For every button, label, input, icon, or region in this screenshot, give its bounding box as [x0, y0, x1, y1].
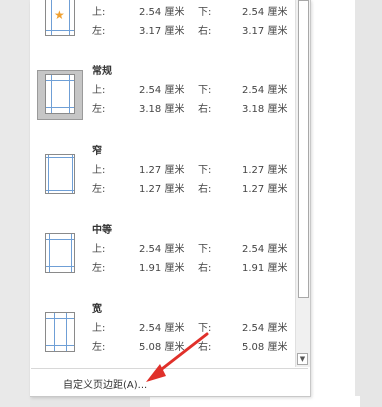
- margin-thumbnail: [37, 150, 83, 200]
- margin-row-left-right: 左: 5.08 厘米 右: 5.08 厘米: [92, 342, 288, 353]
- margin-option-narrow[interactable]: 窄 上: 1.27 厘米 下: 1.27 厘米 左: 1.27 厘米 右: 1.…: [30, 137, 295, 203]
- margin-option-title: 常规: [92, 66, 112, 77]
- margin-thumbnail: [37, 308, 83, 358]
- margin-row-top-bottom: 上: 2.54 厘米 下: 2.54 厘米: [92, 244, 288, 255]
- margin-option-normal[interactable]: 常规 上: 2.54 厘米 下: 2.54 厘米 左: 3.18 厘米 右: 3…: [30, 57, 295, 123]
- margin-row-left-right: 左: 3.18 厘米 右: 3.18 厘米: [92, 104, 288, 115]
- margin-thumbnail: [37, 70, 83, 120]
- margin-row-top-bottom: 上: 2.54 厘米 下: 2.54 厘米: [92, 323, 288, 334]
- margin-option-last-custom[interactable]: ★ 上: 2.54 厘米 下: 2.54 厘米 左: 3.17 厘米 右: 3.…: [30, 0, 295, 48]
- page-preview: [45, 233, 75, 273]
- margin-row-top-bottom: 上: 2.54 厘米 下: 2.54 厘米: [92, 85, 288, 96]
- margin-option-wide[interactable]: 宽 上: 2.54 厘米 下: 2.54 厘米 左: 5.08 厘米 右: 5.…: [30, 295, 295, 365]
- margin-option-title: 中等: [92, 225, 112, 236]
- document-page-edge: [150, 396, 360, 407]
- app-background-right: [355, 0, 382, 407]
- margin-option-title: 窄: [92, 146, 102, 157]
- margin-thumbnail: [37, 229, 83, 279]
- margin-row-left-right: 左: 3.17 厘米 右: 3.17 厘米: [92, 26, 288, 37]
- star-icon: ★: [54, 8, 65, 22]
- margin-row-top-bottom: 上: 2.54 厘米 下: 2.54 厘米: [92, 7, 288, 18]
- margin-option-moderate[interactable]: 中等 上: 2.54 厘米 下: 2.54 厘米 左: 1.91 厘米 右: 1…: [30, 216, 295, 282]
- app-background-left: [0, 0, 30, 407]
- margins-list: ★ 上: 2.54 厘米 下: 2.54 厘米 左: 3.17 厘米 右: 3.…: [30, 0, 295, 367]
- page-preview: ★: [45, 0, 75, 36]
- margin-thumbnail: ★: [37, 0, 83, 42]
- page-preview: [45, 74, 75, 114]
- margins-dropdown: ★ 上: 2.54 厘米 下: 2.54 厘米 左: 3.17 厘米 右: 3.…: [30, 0, 311, 397]
- custom-margins-button[interactable]: 自定义页边距(A)...: [31, 368, 308, 393]
- margin-row-left-right: 左: 1.27 厘米 右: 1.27 厘米: [92, 184, 288, 195]
- margin-row-left-right: 左: 1.91 厘米 右: 1.91 厘米: [92, 263, 288, 274]
- margin-row-top-bottom: 上: 1.27 厘米 下: 1.27 厘米: [92, 165, 288, 176]
- margin-option-title: 宽: [92, 304, 102, 315]
- page-preview: [45, 154, 75, 194]
- custom-margins-label: 自定义页边距(A)...: [63, 380, 148, 391]
- chevron-down-icon[interactable]: ▼: [297, 353, 308, 365]
- vertical-scrollbar[interactable]: ▼: [295, 0, 310, 367]
- page-preview: [45, 312, 75, 352]
- scrollbar-thumb[interactable]: [298, 0, 309, 298]
